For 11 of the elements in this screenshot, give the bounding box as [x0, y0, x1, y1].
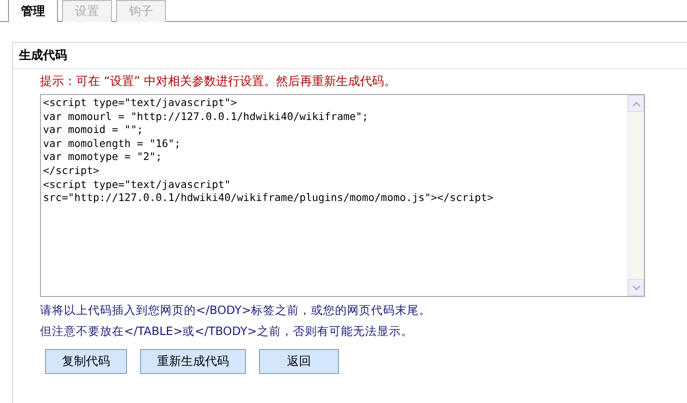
- note-text: 请将以上代码插入到您网页的</BODY>标签之前，或您的网页代码末尾。: [39, 303, 432, 318]
- hint-text: 提示：可在 “设置” 中对相关参数进行设置。然后再重新生成代码。: [39, 73, 398, 90]
- panel-title: 生成代码: [13, 43, 687, 69]
- action-button[interactable]: 复制代码: [45, 349, 127, 374]
- note-text: 但注意不要放在</TABLE>或</TBODY>之前，否则有可能无法显示。: [39, 324, 414, 339]
- tab[interactable]: 管理: [8, 0, 58, 22]
- action-button[interactable]: 返回: [259, 349, 339, 374]
- code-text: <script type="text/javascript"> var momourl = "http://127.0.0.1/hdwiki40/wikiframe"; var momoid = ""; var momolength = "16"; var momotype = "2"; </script> <script type="text/javascript" src="http://127.0.0.1/hdwiki40/wikiframe/plugins/momo/momo.js"></script>: [42, 96, 494, 206]
- action-button[interactable]: 重新生成代码: [140, 349, 246, 374]
- code-field[interactable]: [40, 94, 645, 297]
- scrollbar-drawing[interactable]: [627, 95, 644, 296]
